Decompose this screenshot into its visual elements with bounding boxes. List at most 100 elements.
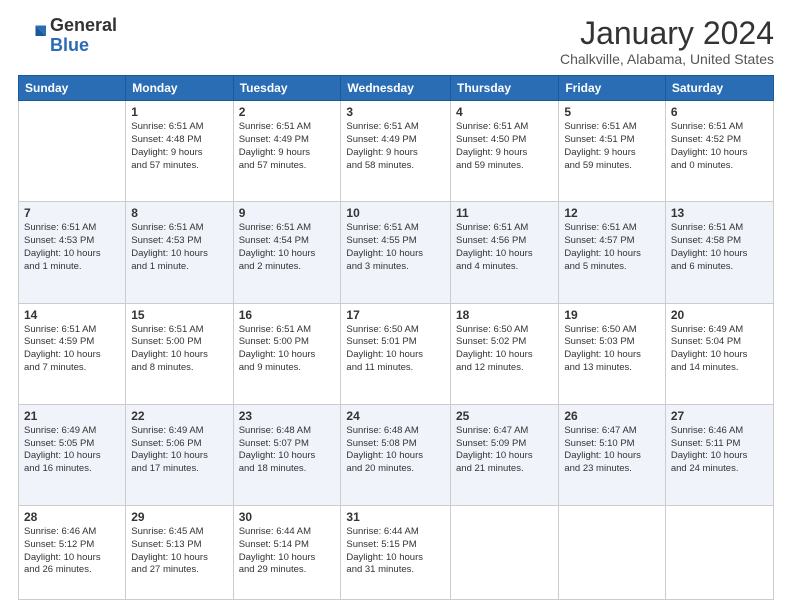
table-row: 31 Sunrise: 6:44 AM Sunset: 5:15 PM Dayli…	[341, 505, 451, 599]
table-row: 11 Sunrise: 6:51 AM Sunset: 4:56 PM Dayli…	[451, 202, 559, 303]
day-info: Sunrise: 6:47 AM Sunset: 5:09 PM Dayligh…	[456, 425, 553, 476]
day-info: Sunrise: 6:46 AM Sunset: 5:11 PM Dayligh…	[671, 425, 768, 476]
day-info: Sunrise: 6:44 AM Sunset: 5:14 PM Dayligh…	[239, 526, 336, 577]
logo-text: General Blue	[50, 16, 117, 56]
day-number: 27	[671, 409, 768, 423]
day-info: Sunrise: 6:51 AM Sunset: 4:59 PM Dayligh…	[24, 324, 120, 375]
table-row	[665, 505, 773, 599]
day-number: 15	[131, 308, 227, 322]
day-number: 20	[671, 308, 768, 322]
day-number: 16	[239, 308, 336, 322]
day-info: Sunrise: 6:51 AM Sunset: 4:53 PM Dayligh…	[24, 222, 120, 273]
table-row: 18 Sunrise: 6:50 AM Sunset: 5:02 PM Dayli…	[451, 303, 559, 404]
col-saturday: Saturday	[665, 76, 773, 101]
day-number: 12	[564, 206, 660, 220]
page: General Blue January 2024 Chalkville, Al…	[0, 0, 792, 612]
day-number: 10	[346, 206, 445, 220]
day-info: Sunrise: 6:51 AM Sunset: 4:48 PM Dayligh…	[131, 121, 227, 172]
day-number: 6	[671, 105, 768, 119]
table-row: 14 Sunrise: 6:51 AM Sunset: 4:59 PM Dayli…	[19, 303, 126, 404]
day-number: 2	[239, 105, 336, 119]
day-info: Sunrise: 6:49 AM Sunset: 5:04 PM Dayligh…	[671, 324, 768, 375]
day-info: Sunrise: 6:51 AM Sunset: 4:50 PM Dayligh…	[456, 121, 553, 172]
calendar-header-row: Sunday Monday Tuesday Wednesday Thursday…	[19, 76, 774, 101]
day-number: 9	[239, 206, 336, 220]
day-info: Sunrise: 6:51 AM Sunset: 4:56 PM Dayligh…	[456, 222, 553, 273]
table-row: 1Sunrise: 6:51 AM Sunset: 4:48 PM Daylig…	[126, 101, 233, 202]
day-number: 29	[131, 510, 227, 524]
day-number: 13	[671, 206, 768, 220]
day-number: 7	[24, 206, 120, 220]
day-info: Sunrise: 6:51 AM Sunset: 5:00 PM Dayligh…	[131, 324, 227, 375]
day-info: Sunrise: 6:49 AM Sunset: 5:05 PM Dayligh…	[24, 425, 120, 476]
day-info: Sunrise: 6:51 AM Sunset: 4:55 PM Dayligh…	[346, 222, 445, 273]
col-tuesday: Tuesday	[233, 76, 341, 101]
day-info: Sunrise: 6:51 AM Sunset: 4:51 PM Dayligh…	[564, 121, 660, 172]
table-row: 15 Sunrise: 6:51 AM Sunset: 5:00 PM Dayli…	[126, 303, 233, 404]
logo-general: General	[50, 15, 117, 35]
day-number: 3	[346, 105, 445, 119]
table-row	[451, 505, 559, 599]
table-row: 16 Sunrise: 6:51 AM Sunset: 5:00 PM Dayli…	[233, 303, 341, 404]
table-row: 13 Sunrise: 6:51 AM Sunset: 4:58 PM Dayli…	[665, 202, 773, 303]
day-info: Sunrise: 6:51 AM Sunset: 4:49 PM Dayligh…	[239, 121, 336, 172]
calendar-week-row: 1Sunrise: 6:51 AM Sunset: 4:48 PM Daylig…	[19, 101, 774, 202]
calendar-week-row: 28 Sunrise: 6:46 AM Sunset: 5:12 PM Dayli…	[19, 505, 774, 599]
col-monday: Monday	[126, 76, 233, 101]
title-block: January 2024 Chalkville, Alabama, United…	[560, 16, 774, 67]
day-info: Sunrise: 6:51 AM Sunset: 4:53 PM Dayligh…	[131, 222, 227, 273]
logo-blue: Blue	[50, 35, 89, 55]
month-title: January 2024	[560, 16, 774, 51]
table-row: 22Sunrise: 6:49 AM Sunset: 5:06 PM Dayli…	[126, 404, 233, 505]
day-info: Sunrise: 6:46 AM Sunset: 5:12 PM Dayligh…	[24, 526, 120, 577]
day-info: Sunrise: 6:50 AM Sunset: 5:02 PM Dayligh…	[456, 324, 553, 375]
day-number: 19	[564, 308, 660, 322]
table-row: 19 Sunrise: 6:50 AM Sunset: 5:03 PM Dayli…	[559, 303, 666, 404]
day-info: Sunrise: 6:50 AM Sunset: 5:01 PM Dayligh…	[346, 324, 445, 375]
table-row	[559, 505, 666, 599]
day-number: 14	[24, 308, 120, 322]
day-info: Sunrise: 6:48 AM Sunset: 5:08 PM Dayligh…	[346, 425, 445, 476]
day-info: Sunrise: 6:51 AM Sunset: 4:58 PM Dayligh…	[671, 222, 768, 273]
day-number: 28	[24, 510, 120, 524]
day-info: Sunrise: 6:50 AM Sunset: 5:03 PM Dayligh…	[564, 324, 660, 375]
day-number: 18	[456, 308, 553, 322]
table-row: 20 Sunrise: 6:49 AM Sunset: 5:04 PM Dayli…	[665, 303, 773, 404]
day-info: Sunrise: 6:48 AM Sunset: 5:07 PM Dayligh…	[239, 425, 336, 476]
day-info: Sunrise: 6:45 AM Sunset: 5:13 PM Dayligh…	[131, 526, 227, 577]
table-row: 26Sunrise: 6:47 AM Sunset: 5:10 PM Dayli…	[559, 404, 666, 505]
day-number: 31	[346, 510, 445, 524]
day-number: 11	[456, 206, 553, 220]
table-row: 10 Sunrise: 6:51 AM Sunset: 4:55 PM Dayli…	[341, 202, 451, 303]
day-info: Sunrise: 6:51 AM Sunset: 4:52 PM Dayligh…	[671, 121, 768, 172]
day-info: Sunrise: 6:51 AM Sunset: 4:49 PM Dayligh…	[346, 121, 445, 172]
day-number: 4	[456, 105, 553, 119]
table-row: 8Sunrise: 6:51 AM Sunset: 4:53 PM Daylig…	[126, 202, 233, 303]
table-row: 2 Sunrise: 6:51 AM Sunset: 4:49 PM Daylig…	[233, 101, 341, 202]
table-row: 27 Sunrise: 6:46 AM Sunset: 5:11 PM Dayli…	[665, 404, 773, 505]
col-sunday: Sunday	[19, 76, 126, 101]
table-row: 6 Sunrise: 6:51 AM Sunset: 4:52 PM Daylig…	[665, 101, 773, 202]
logo-icon	[18, 22, 46, 50]
day-info: Sunrise: 6:51 AM Sunset: 4:57 PM Dayligh…	[564, 222, 660, 273]
table-row: 30 Sunrise: 6:44 AM Sunset: 5:14 PM Dayli…	[233, 505, 341, 599]
day-number: 5	[564, 105, 660, 119]
table-row: 23Sunrise: 6:48 AM Sunset: 5:07 PM Dayli…	[233, 404, 341, 505]
table-row: 4 Sunrise: 6:51 AM Sunset: 4:50 PM Daylig…	[451, 101, 559, 202]
col-thursday: Thursday	[451, 76, 559, 101]
day-info: Sunrise: 6:51 AM Sunset: 5:00 PM Dayligh…	[239, 324, 336, 375]
day-number: 24	[346, 409, 445, 423]
calendar-table: Sunday Monday Tuesday Wednesday Thursday…	[18, 75, 774, 600]
table-row: 9 Sunrise: 6:51 AM Sunset: 4:54 PM Daylig…	[233, 202, 341, 303]
header: General Blue January 2024 Chalkville, Al…	[18, 16, 774, 67]
day-number: 21	[24, 409, 120, 423]
day-info: Sunrise: 6:44 AM Sunset: 5:15 PM Dayligh…	[346, 526, 445, 577]
day-number: 25	[456, 409, 553, 423]
day-number: 30	[239, 510, 336, 524]
table-row: 28 Sunrise: 6:46 AM Sunset: 5:12 PM Dayli…	[19, 505, 126, 599]
table-row: 29 Sunrise: 6:45 AM Sunset: 5:13 PM Dayli…	[126, 505, 233, 599]
table-row: 17Sunrise: 6:50 AM Sunset: 5:01 PM Dayli…	[341, 303, 451, 404]
table-row: 7 Sunrise: 6:51 AM Sunset: 4:53 PM Daylig…	[19, 202, 126, 303]
table-row	[19, 101, 126, 202]
day-info: Sunrise: 6:51 AM Sunset: 4:54 PM Dayligh…	[239, 222, 336, 273]
